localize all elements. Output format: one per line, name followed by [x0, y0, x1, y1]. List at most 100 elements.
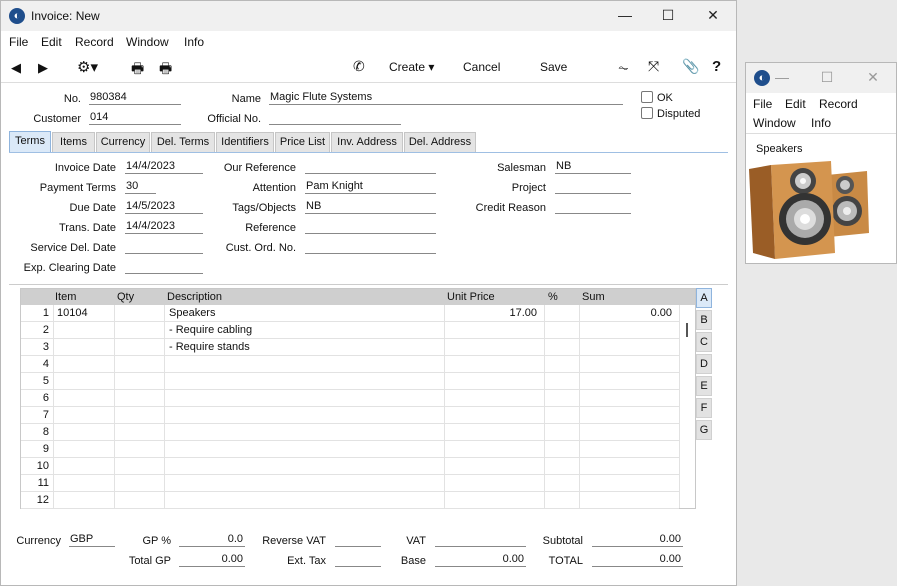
- credit-reason-field[interactable]: [555, 200, 631, 214]
- service-del-date-field[interactable]: [125, 240, 203, 254]
- menu-file[interactable]: File: [9, 35, 28, 49]
- currency-field[interactable]: GBP: [69, 533, 115, 547]
- col-percent[interactable]: %: [548, 291, 558, 303]
- tab-currency[interactable]: Currency: [96, 132, 150, 152]
- table-row[interactable]: 12: [21, 492, 679, 509]
- menu-edit[interactable]: Edit: [785, 97, 806, 111]
- grid-tab-f[interactable]: F: [696, 398, 712, 418]
- tab-price-list[interactable]: Price List: [275, 132, 330, 152]
- col-sum[interactable]: Sum: [582, 291, 605, 303]
- print-preview-icon[interactable]: 🖶: [159, 58, 172, 82]
- table-row[interactable]: 6: [21, 390, 679, 407]
- table-row[interactable]: 8: [21, 424, 679, 441]
- invoice-date-field[interactable]: 14/4/2023: [125, 160, 203, 174]
- grid-tab-d[interactable]: D: [696, 354, 712, 374]
- maximize-icon[interactable]: ☐: [817, 69, 837, 86]
- attachment-icon[interactable]: 📎: [682, 58, 699, 75]
- cell-description[interactable]: Speakers: [169, 307, 441, 319]
- name-field[interactable]: Magic Flute Systems: [269, 91, 623, 105]
- reverse-vat-label: Reverse VAT: [262, 535, 326, 547]
- row-number: 11: [37, 477, 49, 489]
- menu-info[interactable]: Info: [811, 116, 831, 130]
- no-field[interactable]: 980384: [89, 91, 181, 105]
- disputed-checkbox[interactable]: [641, 107, 653, 119]
- exp-clearing-date-field[interactable]: [125, 260, 203, 274]
- project-field[interactable]: [555, 180, 631, 194]
- forward-arrow-icon[interactable]: ▶: [38, 60, 48, 76]
- reference-field[interactable]: [305, 220, 436, 234]
- row-number: 12: [36, 494, 49, 506]
- table-row[interactable]: 9: [21, 441, 679, 458]
- grid-tab-b[interactable]: B: [696, 310, 712, 330]
- col-description[interactable]: Description: [167, 291, 222, 303]
- project-label: Project: [511, 182, 546, 194]
- menu-window[interactable]: Window: [126, 35, 169, 49]
- tags-objects-label: Tags/Objects: [232, 202, 296, 214]
- tab-identifiers[interactable]: Identifiers: [216, 132, 274, 152]
- attention-field[interactable]: Pam Knight: [305, 180, 436, 194]
- col-qty[interactable]: Qty: [117, 291, 134, 303]
- payment-terms-field[interactable]: 30: [125, 180, 156, 194]
- official-field[interactable]: [269, 111, 401, 125]
- grid-tab-a[interactable]: A: [696, 288, 712, 308]
- cell-description[interactable]: - Require stands: [169, 341, 441, 353]
- grid-tab-e[interactable]: E: [696, 376, 712, 396]
- ok-checkbox[interactable]: [641, 91, 653, 103]
- create-button[interactable]: Create ▾: [389, 60, 434, 74]
- trans-date-label: Trans. Date: [58, 222, 116, 234]
- menu-info[interactable]: Info: [184, 35, 204, 49]
- minimize-icon[interactable]: —: [615, 7, 635, 23]
- table-row[interactable]: 7: [21, 407, 679, 424]
- salesman-field[interactable]: NB: [555, 160, 631, 174]
- close-icon[interactable]: ✕: [703, 7, 723, 24]
- cell-unit-price[interactable]: 17.00: [447, 307, 537, 319]
- activity-icon[interactable]: ⏦: [618, 60, 629, 76]
- back-arrow-icon[interactable]: ◀: [11, 60, 21, 76]
- phone-icon[interactable]: ✆: [353, 58, 365, 75]
- cell-item[interactable]: 10104: [57, 307, 112, 319]
- col-item[interactable]: Item: [55, 291, 76, 303]
- menu-edit[interactable]: Edit: [41, 35, 62, 49]
- gp-percent-label: GP %: [142, 535, 171, 547]
- trans-date-field[interactable]: 14/4/2023: [125, 220, 203, 234]
- tab-inv-address[interactable]: Inv. Address: [331, 132, 403, 152]
- table-row[interactable]: 10: [21, 458, 679, 475]
- disputed-label: Disputed: [657, 108, 701, 120]
- maximize-icon[interactable]: ☐: [658, 7, 678, 24]
- menu-file[interactable]: File: [753, 97, 772, 111]
- table-row[interactable]: 3 - Require stands: [21, 339, 679, 356]
- minimize-icon[interactable]: —: [772, 69, 792, 85]
- table-row[interactable]: 11: [21, 475, 679, 492]
- base-label: Base: [400, 555, 426, 567]
- tab-del-terms[interactable]: Del. Terms: [151, 132, 215, 152]
- table-row[interactable]: 1 10104 Speakers 17.00 0.00: [21, 305, 679, 322]
- due-date-field[interactable]: 14/5/2023: [125, 200, 203, 214]
- credit-reason-label: Credit Reason: [475, 202, 546, 214]
- table-row[interactable]: 2 - Require cabling: [21, 322, 679, 339]
- save-button[interactable]: Save: [540, 60, 567, 74]
- menu-record[interactable]: Record: [75, 35, 114, 49]
- customer-field[interactable]: 014: [89, 111, 181, 125]
- cell-sum[interactable]: 0.00: [582, 307, 672, 319]
- tags-objects-field[interactable]: NB: [305, 200, 436, 214]
- tab-items[interactable]: Items: [52, 132, 95, 152]
- tab-terms[interactable]: Terms: [9, 131, 51, 152]
- grid-tab-g[interactable]: G: [696, 420, 712, 440]
- expand-icon[interactable]: ⤧: [648, 58, 659, 75]
- print-icon[interactable]: 🖶: [131, 58, 144, 82]
- tab-del-address[interactable]: Del. Address: [404, 132, 476, 152]
- help-icon[interactable]: ?: [712, 58, 721, 75]
- our-reference-field[interactable]: [305, 160, 436, 174]
- menu-record[interactable]: Record: [819, 97, 858, 111]
- cust-ord-no-field[interactable]: [305, 240, 436, 254]
- col-unit-price[interactable]: Unit Price: [447, 291, 495, 303]
- close-icon[interactable]: ✕: [863, 69, 883, 86]
- table-row[interactable]: 5: [21, 373, 679, 390]
- cancel-button[interactable]: Cancel: [463, 60, 500, 74]
- gear-icon[interactable]: ⚙▾: [77, 58, 98, 76]
- grid-scrollbar-thumb[interactable]: [686, 323, 688, 337]
- cell-description[interactable]: - Require cabling: [169, 324, 441, 336]
- table-row[interactable]: 4: [21, 356, 679, 373]
- grid-tab-c[interactable]: C: [696, 332, 712, 352]
- menu-window[interactable]: Window: [753, 116, 796, 130]
